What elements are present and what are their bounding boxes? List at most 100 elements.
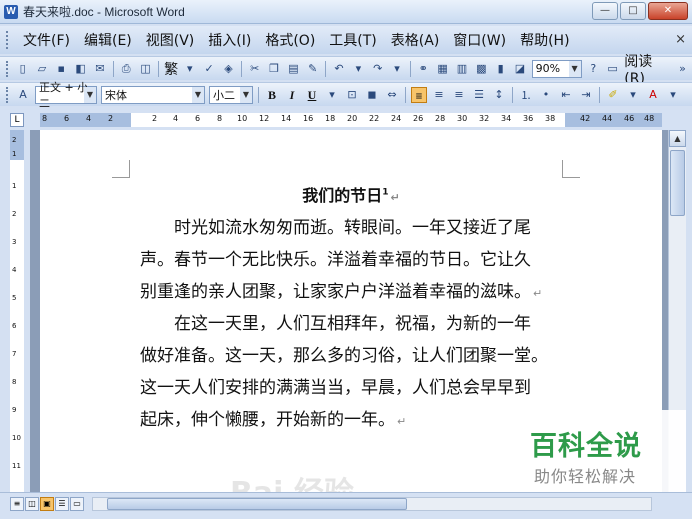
align-right-icon[interactable]: ≡ — [451, 87, 467, 103]
minimize-button[interactable]: — — [592, 2, 618, 20]
zoom-value: 90% — [535, 62, 561, 75]
drawing-icon[interactable]: ◪ — [512, 61, 527, 77]
normal-view-icon[interactable]: ≡ — [10, 497, 24, 511]
menu-table[interactable]: 表格(A) — [384, 30, 447, 50]
ruler-tick: 24 — [391, 114, 402, 123]
title-mark: 1 — [382, 187, 389, 198]
menu-insert[interactable]: 插入(I) — [201, 30, 258, 50]
paragraph-mark: ↵ — [390, 191, 400, 204]
print-view-icon[interactable]: ▣ — [40, 497, 54, 511]
style-select[interactable]: 正文 + 小二 ▼ — [35, 81, 97, 110]
horizontal-scroll-thumb[interactable] — [107, 498, 407, 510]
character-scaling-icon[interactable]: ⇔ — [384, 87, 400, 103]
toolbar-grip-icon[interactable] — [6, 60, 9, 77]
menu-format[interactable]: 格式(O) — [258, 30, 322, 50]
ruler-tick: 2 — [152, 114, 158, 123]
dropdown-arrow-icon[interactable]: ▾ — [182, 61, 197, 77]
decrease-indent-icon[interactable]: ⇤ — [558, 87, 574, 103]
horizontal-ruler-bar: L 8 6 4 2 2 4 6 8 10 12 14 16 18 20 22 2… — [0, 110, 692, 130]
close-button[interactable]: ✕ — [648, 2, 688, 20]
zoom-select[interactable]: 90% ▼ — [531, 59, 582, 78]
dropdown-arrow-icon[interactable]: ▾ — [665, 87, 681, 103]
scroll-thumb[interactable] — [670, 150, 685, 216]
italic-button[interactable]: I — [284, 87, 300, 103]
tab-selector-icon[interactable]: L — [10, 113, 24, 127]
outline-view-icon[interactable]: ☰ — [55, 497, 69, 511]
underline-button[interactable]: U — [304, 87, 320, 103]
toolbar-options-icon[interactable]: » — [675, 61, 690, 77]
bold-button[interactable]: B — [264, 87, 280, 103]
ruler-tick: 32 — [479, 114, 490, 123]
ruler-tick: 36 — [523, 114, 534, 123]
font-select[interactable]: 宋体 ▼ — [101, 85, 205, 104]
research-icon[interactable]: ◈ — [221, 61, 236, 77]
dropdown-arrow-icon[interactable]: ▾ — [351, 61, 366, 77]
document-title[interactable]: 我们的节日1 ↵ — [40, 182, 662, 206]
insert-excel-icon[interactable]: ▩ — [474, 61, 489, 77]
maximize-button[interactable]: □ — [620, 2, 646, 20]
menu-edit[interactable]: 编辑(E) — [77, 30, 139, 50]
dropdown-arrow-icon[interactable]: ▾ — [324, 87, 340, 103]
horizontal-scrollbar[interactable] — [92, 497, 652, 511]
character-shading-icon[interactable]: ◼ — [364, 87, 380, 103]
menu-close-icon[interactable]: × — [675, 32, 686, 47]
numbering-icon[interactable]: ⒈ — [518, 87, 534, 103]
highlight-icon[interactable]: ✐ — [605, 87, 621, 103]
bullets-icon[interactable]: • — [538, 87, 554, 103]
print-preview-icon[interactable]: ◫ — [138, 61, 153, 77]
scroll-up-icon[interactable]: ▲ — [669, 130, 686, 147]
web-view-icon[interactable]: ◫ — [25, 497, 39, 511]
word-app-icon: W — [4, 4, 18, 19]
vruler-tick: 6 — [12, 322, 17, 330]
cut-icon[interactable]: ✂ — [247, 61, 262, 77]
redo-icon[interactable]: ↷ — [370, 61, 385, 77]
insert-table-icon[interactable]: ▥ — [454, 61, 469, 77]
menu-view[interactable]: 视图(V) — [139, 30, 202, 50]
line-spacing-icon[interactable]: ↕ — [491, 87, 507, 103]
toolbar-grip-icon[interactable] — [6, 86, 9, 103]
menu-grip-icon[interactable] — [6, 31, 10, 49]
font-size-select[interactable]: 小二 ▼ — [209, 85, 253, 104]
traditional-chinese-button[interactable]: 繁 — [164, 59, 178, 79]
dropdown-arrow-icon[interactable]: ▾ — [625, 87, 641, 103]
help-icon[interactable]: ? — [586, 61, 601, 77]
reading-view-icon[interactable]: ▭ — [70, 497, 84, 511]
styles-formatting-icon[interactable]: A — [15, 87, 31, 103]
paragraph-mark: ↵ — [397, 415, 407, 428]
align-left-button[interactable]: ≡ — [411, 86, 427, 103]
new-document-icon[interactable]: ▯ — [15, 61, 30, 77]
vertical-ruler[interactable]: 2 1 1 2 3 4 5 6 7 8 9 10 11 — [10, 130, 24, 492]
undo-icon[interactable]: ↶ — [331, 61, 346, 77]
ruler-tick: 30 — [457, 114, 468, 123]
dropdown-arrow-icon[interactable]: ▾ — [389, 61, 404, 77]
permission-icon[interactable]: ◧ — [73, 61, 88, 77]
menu-tools[interactable]: 工具(T) — [322, 30, 383, 50]
toolbar-separator — [405, 86, 406, 103]
text-line: 时光如流水匆匆而逝。转眼间。一年又接近了尾 — [174, 218, 531, 238]
menu-window[interactable]: 窗口(W) — [446, 30, 513, 50]
hyperlink-icon[interactable]: ⚭ — [416, 61, 431, 77]
vruler-tick: 8 — [12, 378, 17, 386]
menu-help[interactable]: 帮助(H) — [513, 30, 576, 50]
horizontal-ruler[interactable]: 8 6 4 2 2 4 6 8 10 12 14 16 18 20 22 24 … — [40, 113, 662, 127]
read-mode-icon[interactable]: ▭ — [605, 61, 620, 77]
columns-icon[interactable]: ▮ — [493, 61, 508, 77]
print-icon[interactable]: ⎙ — [119, 61, 134, 77]
open-folder-icon[interactable]: ▱ — [34, 61, 49, 77]
email-icon[interactable]: ✉ — [92, 61, 107, 77]
save-icon[interactable]: ▪ — [54, 61, 69, 77]
ruler-tick: 6 — [195, 114, 201, 123]
paste-icon[interactable]: ▤ — [286, 61, 301, 77]
paragraph-1[interactable]: 时光如流水匆匆而逝。转眼间。一年又接近了尾 声。春节一个无比快乐。洋溢着幸福的节… — [140, 212, 570, 310]
justify-icon[interactable]: ☰ — [471, 87, 487, 103]
copy-icon[interactable]: ❐ — [266, 61, 281, 77]
increase-indent-icon[interactable]: ⇥ — [578, 87, 594, 103]
spelling-icon[interactable]: ✓ — [201, 61, 216, 77]
tables-borders-icon[interactable]: ▦ — [435, 61, 450, 77]
menu-file[interactable]: 文件(F) — [16, 30, 77, 50]
font-color-icon[interactable]: A — [645, 87, 661, 103]
paragraph-2[interactable]: 在这一天里，人们互相拜年，祝福，为新的一年 做好准备。这一天，那么多的习俗，让人… — [140, 308, 570, 438]
align-center-icon[interactable]: ≡ — [431, 87, 447, 103]
format-painter-icon[interactable]: ✎ — [305, 61, 320, 77]
character-border-icon[interactable]: ⊡ — [344, 87, 360, 103]
